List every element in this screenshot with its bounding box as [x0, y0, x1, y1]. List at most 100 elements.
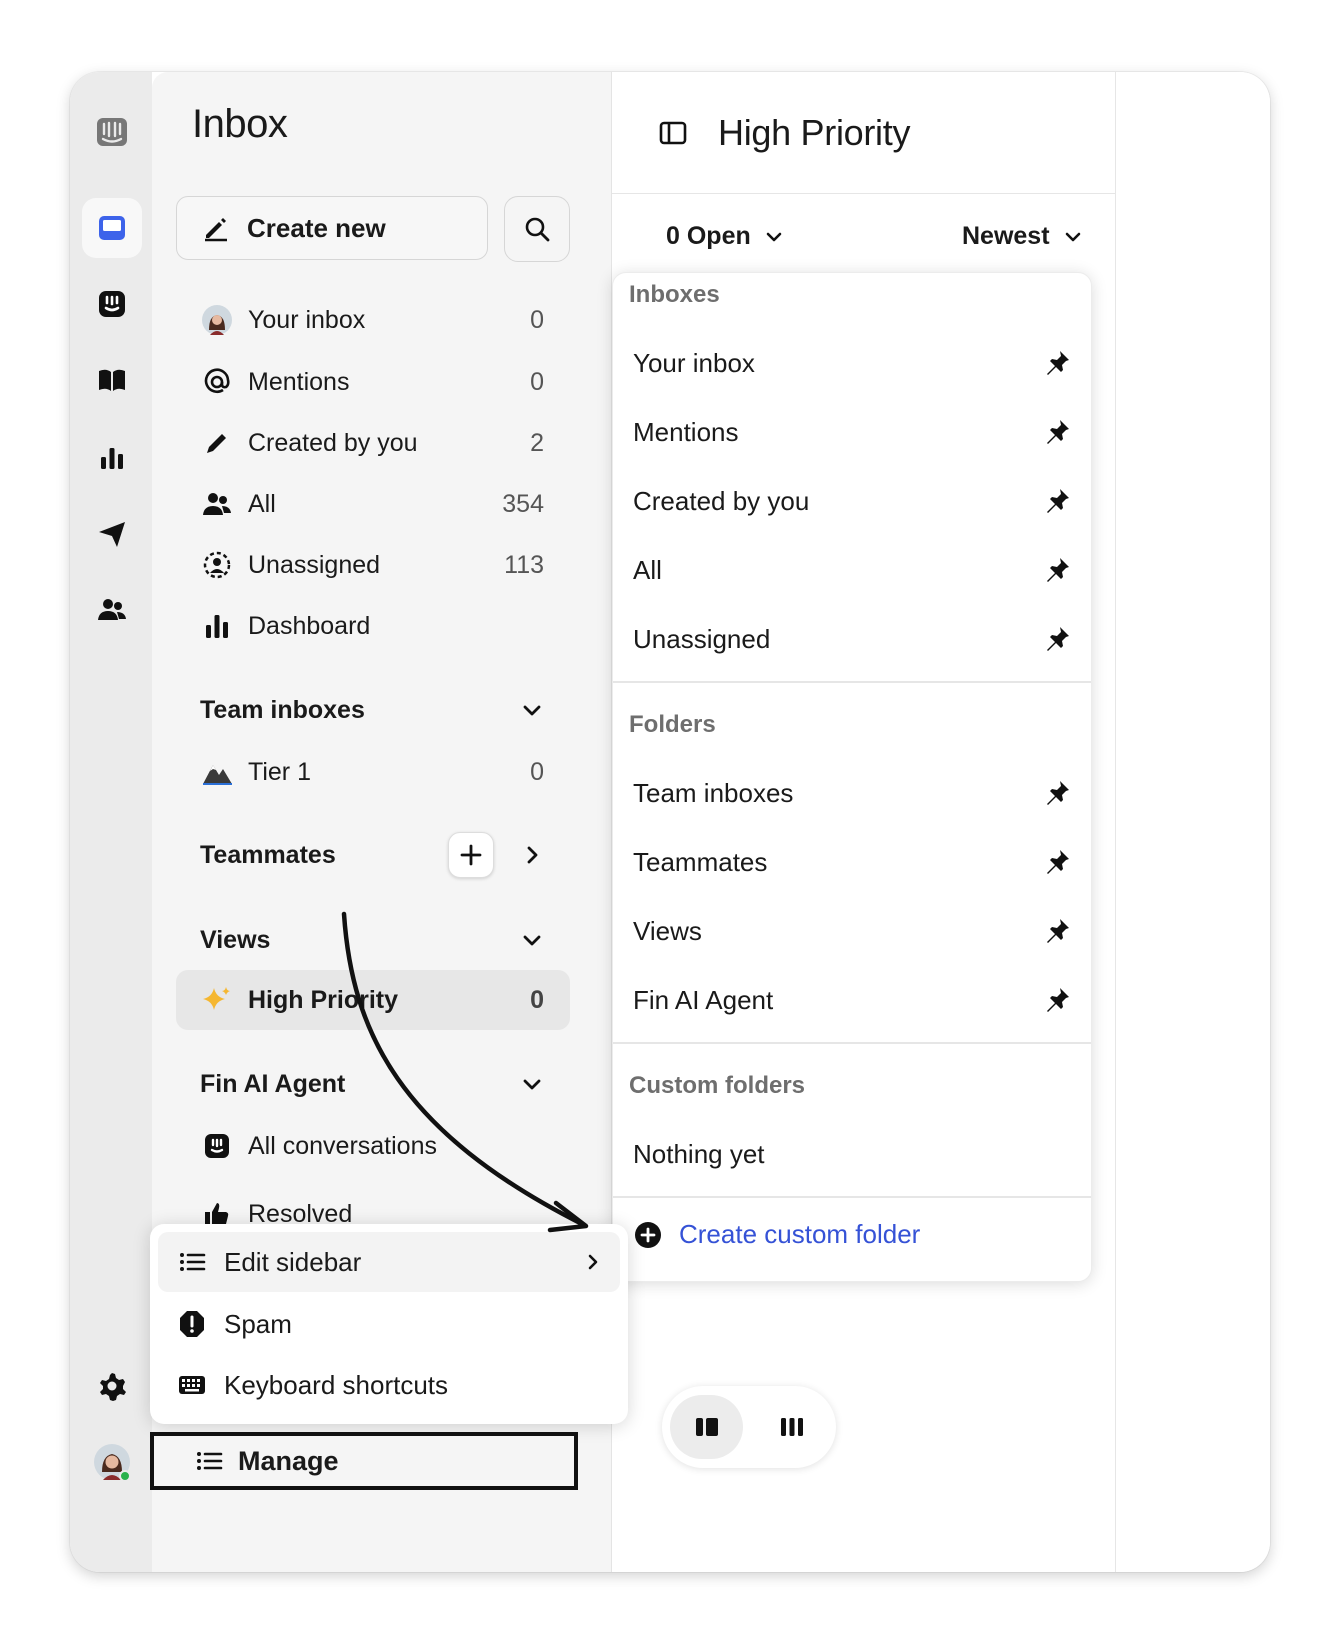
pin-icon[interactable] — [1041, 984, 1073, 1016]
contacts-people-icon[interactable] — [82, 580, 142, 640]
submenu-item-created-by-you[interactable]: Created by you — [633, 471, 1073, 531]
sidebar-item-count: 354 — [502, 489, 544, 518]
compose-icon — [205, 218, 227, 242]
empty-state-label: Nothing yet — [633, 1138, 765, 1169]
sidebar-item-high-priority[interactable]: High Priority 0 — [176, 970, 570, 1030]
sidebar-item-count: 0 — [530, 757, 544, 786]
list-icon — [197, 1452, 223, 1470]
sidebar-item-label: High Priority — [248, 985, 399, 1014]
knowledge-book-icon[interactable] — [82, 350, 142, 410]
inboxes-header: Inboxes — [629, 281, 720, 308]
settings-gear-icon[interactable] — [82, 1356, 142, 1416]
folders-header: Folders — [629, 711, 716, 738]
submenu-item-label: Teammates — [633, 846, 768, 877]
submenu-item-label: Mentions — [633, 416, 739, 447]
manage-menu: Edit sidebar Spam Keyboard shortcuts — [150, 1224, 628, 1424]
pin-icon[interactable] — [1041, 623, 1073, 655]
split-view-button[interactable] — [670, 1395, 743, 1459]
search-button[interactable] — [504, 196, 570, 262]
submenu-item-your-inbox[interactable]: Your inbox — [633, 333, 1073, 393]
submenu-item-label: Views — [633, 915, 702, 946]
at-sign-icon — [200, 365, 234, 399]
layout-toggle — [662, 1386, 836, 1468]
section-teammates[interactable]: Teammates — [200, 830, 560, 880]
mountain-emoji-icon — [200, 755, 234, 789]
submenu-item-label: All — [633, 554, 662, 585]
sidebar-item-count: 0 — [530, 367, 544, 396]
submenu-item-teammates[interactable]: Teammates — [633, 832, 1073, 892]
pin-icon[interactable] — [1041, 347, 1073, 379]
submenu-item-views[interactable]: Views — [633, 901, 1073, 961]
edit-sidebar-submenu: Inboxes Your inbox Mentions Created by y… — [612, 272, 1092, 1282]
section-title: Team inboxes — [200, 695, 365, 724]
divider — [613, 1042, 1091, 1044]
sidebar-item-label: Tier 1 — [248, 757, 311, 786]
create-new-label: Create new — [247, 212, 386, 243]
section-title: Teammates — [200, 840, 336, 869]
people-icon — [200, 487, 234, 521]
manage-button[interactable]: Manage — [150, 1432, 578, 1490]
sidebar-item-your-inbox[interactable]: Your inbox 0 — [176, 290, 570, 350]
pencil-icon — [200, 426, 234, 460]
chevron-down-icon — [523, 935, 541, 946]
sidebar-item-count: 0 — [530, 305, 544, 334]
submenu-item-unassigned[interactable]: Unassigned — [633, 609, 1073, 669]
menu-item-edit-sidebar[interactable]: Edit sidebar — [158, 1232, 620, 1292]
sidebar-item-mentions[interactable]: Mentions 0 — [176, 352, 570, 412]
pin-icon[interactable] — [1041, 777, 1073, 809]
submenu-item-fin-ai-agent[interactable]: Fin AI Agent — [633, 970, 1073, 1030]
user-avatar[interactable] — [82, 1432, 142, 1492]
manage-label: Manage — [238, 1445, 339, 1476]
toggle-sidebar-icon[interactable] — [658, 118, 688, 148]
create-new-button[interactable]: Create new — [176, 196, 488, 260]
create-custom-folder-button[interactable]: Create custom folder — [633, 1219, 920, 1250]
submenu-item-all[interactable]: All — [633, 540, 1073, 600]
list-icon — [176, 1246, 208, 1278]
section-team-inboxes[interactable]: Team inboxes — [200, 685, 560, 735]
section-views[interactable]: Views — [200, 915, 560, 965]
fin-bot-icon — [200, 1129, 234, 1163]
pin-icon[interactable] — [1041, 554, 1073, 586]
fin-bot-icon[interactable] — [82, 274, 142, 334]
submenu-item-team-inboxes[interactable]: Team inboxes — [633, 763, 1073, 823]
sort-dropdown[interactable]: Newest — [962, 222, 1084, 251]
inbox-nav-icon[interactable] — [82, 198, 142, 258]
sidebar-item-all-conversations[interactable]: All conversations — [176, 1116, 570, 1176]
pin-icon[interactable] — [1041, 416, 1073, 448]
custom-folders-empty: Nothing yet — [633, 1124, 1073, 1184]
page-title: High Priority — [718, 111, 911, 153]
sidebar-item-dashboard[interactable]: Dashboard — [176, 596, 570, 656]
submenu-item-label: Created by you — [633, 485, 810, 516]
pin-icon[interactable] — [1041, 846, 1073, 878]
chevron-down-icon — [523, 705, 541, 716]
menu-item-keyboard-shortcuts[interactable]: Keyboard shortcuts — [158, 1355, 620, 1415]
sidebar-item-created-by-you[interactable]: Created by you 2 — [176, 413, 570, 473]
submenu-item-label: Team inboxes — [633, 777, 794, 808]
sidebar-item-all[interactable]: All 354 — [176, 474, 570, 534]
add-teammate-button[interactable] — [448, 832, 494, 878]
plus-circle-icon — [635, 1221, 661, 1248]
menu-item-spam[interactable]: Spam — [158, 1294, 620, 1354]
sidebar-item-label: Dashboard — [248, 611, 371, 640]
outbound-send-icon[interactable] — [82, 504, 142, 564]
columns-view-icon — [780, 1418, 803, 1436]
sidebar-item-tier-1[interactable]: Tier 1 0 — [176, 742, 570, 802]
sparkles-icon — [200, 983, 234, 1017]
section-fin-ai-agent[interactable]: Fin AI Agent — [200, 1059, 560, 1109]
custom-folders-header: Custom folders — [629, 1072, 806, 1099]
pin-icon[interactable] — [1041, 485, 1073, 517]
reports-chart-icon[interactable] — [82, 428, 142, 488]
submenu-item-label: Unassigned — [633, 623, 771, 654]
detail-pane — [1116, 72, 1270, 1572]
plus-icon — [460, 844, 482, 866]
menu-item-label: Edit sidebar — [224, 1246, 362, 1277]
sidebar-item-count: 0 — [530, 985, 544, 1014]
sort-label: Newest — [962, 222, 1050, 250]
intercom-logo-icon[interactable] — [82, 102, 142, 162]
left-rail — [70, 72, 152, 1572]
columns-view-button[interactable] — [755, 1395, 828, 1459]
pin-icon[interactable] — [1041, 915, 1073, 947]
submenu-item-mentions[interactable]: Mentions — [633, 402, 1073, 462]
sidebar-item-unassigned[interactable]: Unassigned 113 — [176, 535, 570, 595]
status-filter-dropdown[interactable]: 0 Open — [666, 222, 785, 251]
